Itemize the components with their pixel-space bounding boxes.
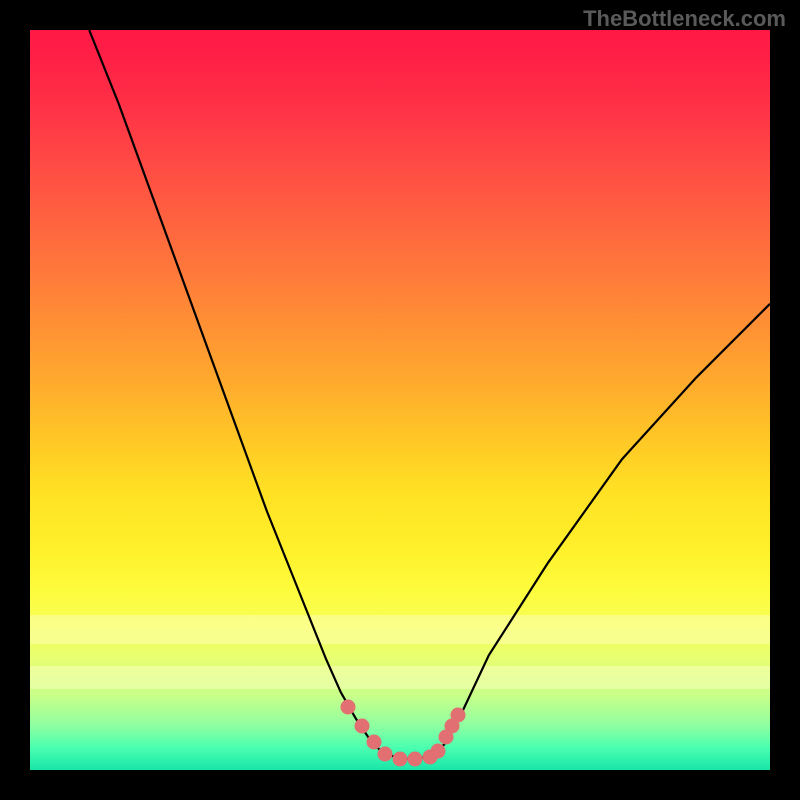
data-marker [431,743,446,758]
data-marker [341,700,356,715]
watermark-text: TheBottleneck.com [583,6,786,32]
curve-svg [30,30,770,770]
data-marker [407,751,422,766]
bottleneck-curve [89,30,770,759]
data-marker [378,746,393,761]
data-marker [354,718,369,733]
plot-area [30,30,770,770]
data-marker [393,751,408,766]
data-marker [450,707,465,722]
